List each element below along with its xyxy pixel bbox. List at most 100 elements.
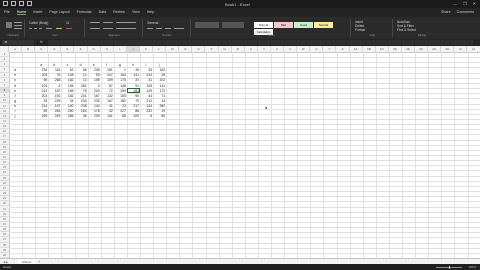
cell[interactable]: 235 xyxy=(88,99,100,103)
cell[interactable]: 79 xyxy=(127,99,139,103)
style-good[interactable]: Good xyxy=(294,22,313,28)
cell[interactable]: 192 xyxy=(48,94,61,98)
format-as-table-button[interactable] xyxy=(222,22,244,28)
zoom-slider-handle[interactable] xyxy=(448,265,450,269)
cell[interactable]: 201 xyxy=(35,94,48,98)
cell[interactable]: 286 xyxy=(61,114,74,118)
font-name-select[interactable]: Calibri (Body) xyxy=(29,21,48,25)
percent-icon[interactable] xyxy=(156,28,162,30)
cell[interactable]: 34 xyxy=(61,99,74,103)
tab-file[interactable]: File xyxy=(4,10,10,15)
cell[interactable]: 33 xyxy=(35,99,48,103)
cell[interactable]: 4 xyxy=(88,84,100,88)
cell[interactable]: 162 xyxy=(153,68,166,72)
undo-icon[interactable] xyxy=(19,1,24,6)
cell[interactable]: 234 xyxy=(35,68,48,72)
cell[interactable]: 116 xyxy=(48,68,60,72)
style-bad[interactable]: Bad xyxy=(274,22,293,28)
cell[interactable]: 249 xyxy=(48,114,61,118)
cell[interactable]: 244 xyxy=(140,73,152,77)
cell[interactable]: 202 xyxy=(153,78,166,82)
cell[interactable]: 66 xyxy=(75,68,87,72)
cell[interactable]: 68 xyxy=(114,114,126,118)
cell[interactable]: 234 xyxy=(75,99,87,103)
cell[interactable]: 12 xyxy=(75,73,87,77)
cell[interactable]: 263 xyxy=(48,109,61,113)
cell[interactable]: 182 xyxy=(61,78,74,82)
comma-icon[interactable] xyxy=(165,28,171,30)
cell[interactable]: 132 xyxy=(101,94,113,98)
cell[interactable]: 155 xyxy=(88,78,100,82)
cell[interactable]: 44 xyxy=(140,94,152,98)
zoom-level[interactable]: 100% xyxy=(468,265,476,269)
cell[interactable]: 51 xyxy=(127,84,139,88)
comments-button[interactable]: Comments xyxy=(457,10,474,14)
share-button[interactable]: Share xyxy=(441,10,451,14)
style-neutral[interactable]: Neutral xyxy=(314,22,333,28)
cell[interactable]: c xyxy=(9,78,21,82)
cell[interactable]: 164 xyxy=(114,73,126,77)
cell[interactable]: 241 xyxy=(75,94,87,98)
number-format-select[interactable]: General xyxy=(147,21,158,25)
cell[interactable]: 227 xyxy=(114,109,126,113)
cell[interactable]: 238 xyxy=(75,104,87,108)
cell[interactable]: 167 xyxy=(101,99,113,103)
cell[interactable]: a xyxy=(9,68,21,72)
decimal-icon[interactable] xyxy=(174,28,184,30)
cell[interactable]: d xyxy=(9,84,21,88)
tab-formulas[interactable]: Formulas xyxy=(77,10,92,15)
currency-icon[interactable] xyxy=(147,28,153,30)
close-button[interactable]: ✕ xyxy=(473,1,476,6)
cell[interactable]: 172 xyxy=(153,89,166,93)
format-painter-icon[interactable] xyxy=(14,28,22,30)
cell[interactable]: 108 xyxy=(61,73,74,77)
cell[interactable]: 109 xyxy=(127,114,139,118)
cell[interactable]: 42 xyxy=(101,109,113,113)
style-normal[interactable]: Normal xyxy=(254,22,273,28)
cell[interactable]: 109 xyxy=(101,78,113,82)
cell[interactable]: c xyxy=(61,63,73,67)
align-center-icon[interactable] xyxy=(103,28,113,30)
cell[interactable]: 13 xyxy=(75,78,87,82)
tab-insert[interactable]: Insert xyxy=(33,10,42,15)
cell[interactable]: 203 xyxy=(35,73,48,77)
fill-color-icon[interactable] xyxy=(56,28,62,30)
cell[interactable]: f xyxy=(101,63,113,67)
merge-center-icon[interactable] xyxy=(116,28,136,30)
cut-icon[interactable] xyxy=(14,22,22,24)
cell[interactable]: 282 xyxy=(153,104,166,108)
format-cells-button[interactable]: Format xyxy=(355,28,365,32)
tab-review[interactable]: Review xyxy=(113,10,125,15)
cell[interactable]: 90 xyxy=(127,94,139,98)
cell[interactable]: 203 xyxy=(88,89,100,93)
cell[interactable]: g xyxy=(114,63,126,67)
tab-help[interactable]: Help xyxy=(147,10,154,15)
cell[interactable]: 5 xyxy=(48,84,61,88)
cell[interactable]: 167 xyxy=(88,94,100,98)
cell[interactable]: 6 xyxy=(140,114,152,118)
cell[interactable]: h xyxy=(9,104,21,108)
redo-icon[interactable] xyxy=(27,1,32,6)
cell[interactable]: 72 xyxy=(101,89,113,93)
cell[interactable]: 268 xyxy=(48,78,61,82)
cell[interactable]: 144 xyxy=(140,104,152,108)
align-left-icon[interactable] xyxy=(90,28,100,30)
cell[interactable]: 19 xyxy=(153,109,165,113)
cell[interactable]: 151 xyxy=(101,68,113,72)
cell[interactable]: 148 xyxy=(114,84,126,88)
cell[interactable]: b xyxy=(48,63,60,67)
cell[interactable]: 87 xyxy=(101,84,113,88)
cell[interactable]: 149 xyxy=(140,89,152,93)
cell[interactable]: e xyxy=(9,89,21,93)
cell[interactable]: 95 xyxy=(35,78,48,82)
cell[interactable]: 214 xyxy=(35,104,48,108)
cell[interactable]: 178 xyxy=(88,109,100,113)
copy-icon[interactable] xyxy=(14,25,22,27)
cell[interactable]: 187 xyxy=(48,89,61,93)
align-top-icon[interactable] xyxy=(90,22,100,24)
cell[interactable]: 281 xyxy=(75,84,87,88)
maximize-button[interactable]: ❐ xyxy=(463,1,467,6)
tab-home[interactable]: Home xyxy=(16,10,27,15)
font-size-select[interactable]: 11 xyxy=(66,21,69,25)
cell[interactable]: 175 xyxy=(114,78,126,82)
